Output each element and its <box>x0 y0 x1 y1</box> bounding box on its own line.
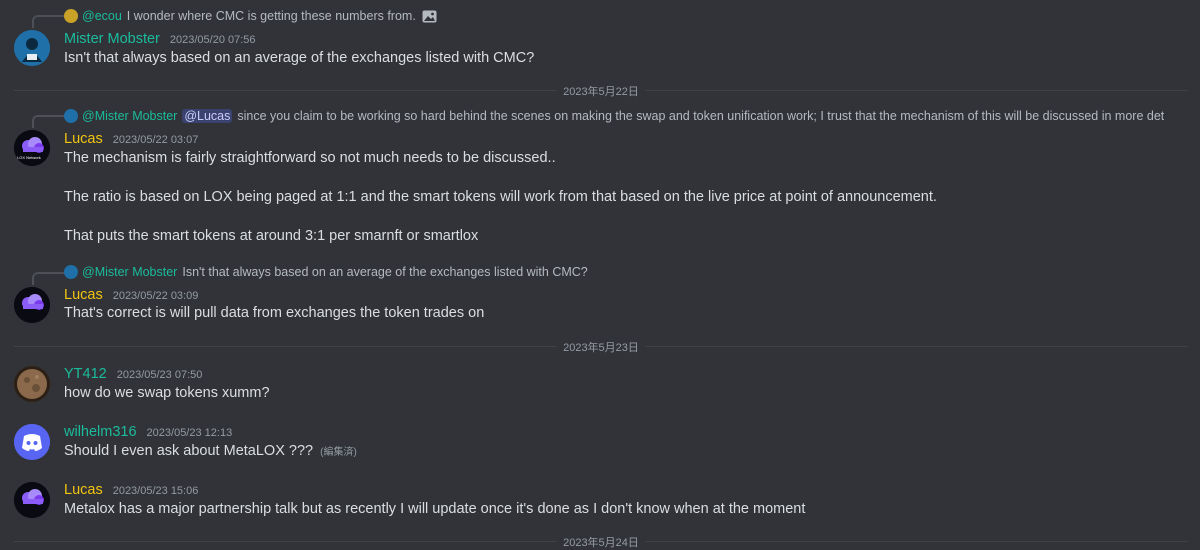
message-text-row: Should I even ask about MetaLOX ??? (編集済… <box>64 443 357 459</box>
message-line: The ratio is based on LOX being paged at… <box>64 189 937 205</box>
reply-avatar <box>64 109 78 123</box>
author-name[interactable]: wilhelm316 <box>64 424 137 440</box>
reply-author[interactable]: @Mister Mobster <box>82 109 177 123</box>
reply-connector <box>32 15 66 28</box>
message-text: how do we swap tokens xumm? <box>64 385 270 401</box>
reply-connector <box>32 115 66 128</box>
message-text: Metalox has a major partnership talk but… <box>64 501 806 517</box>
avatar-lucas[interactable]: LOX Network <box>14 130 50 166</box>
reply-preview[interactable]: @ecou I wonder where CMC is getting thes… <box>64 9 437 23</box>
date-divider: 2023年5月24日 <box>14 534 1188 550</box>
reply-avatar <box>64 265 78 279</box>
message-text: That's correct is will pull data from ex… <box>64 305 485 321</box>
reply-author[interactable]: @Mister Mobster <box>82 265 177 279</box>
avatar-lucas[interactable] <box>14 287 50 323</box>
date-divider: 2023年5月22日 <box>14 83 1188 99</box>
author-name[interactable]: Lucas <box>64 131 103 147</box>
date-divider-label: 2023年5月22日 <box>557 83 645 99</box>
reply-text: I wonder where CMC is getting these numb… <box>126 9 416 23</box>
date-divider: 2023年5月23日 <box>14 339 1188 355</box>
author-name[interactable]: Lucas <box>64 482 103 498</box>
timestamp[interactable]: 2023/05/23 12:13 <box>147 427 233 439</box>
reply-connector <box>32 272 66 285</box>
reply-text: since you claim to be working so hard be… <box>237 109 1164 123</box>
edited-tag: (編集済) <box>320 447 357 458</box>
author-name[interactable]: Mister Mobster <box>64 31 160 47</box>
timestamp[interactable]: 2023/05/22 03:07 <box>113 134 199 146</box>
timestamp[interactable]: 2023/05/23 15:06 <box>113 485 199 497</box>
author-name[interactable]: Lucas <box>64 287 103 303</box>
message-text: Should I even ask about MetaLOX ??? <box>64 443 314 459</box>
reply-text: Isn't that always based on an average of… <box>182 265 588 279</box>
reply-preview[interactable]: @Mister Mobster @Lucas since you claim t… <box>64 109 1164 123</box>
reply-avatar <box>64 9 78 23</box>
reply-preview[interactable]: @Mister Mobster Isn't that always based … <box>64 265 588 279</box>
timestamp[interactable]: 2023/05/22 03:09 <box>113 290 199 302</box>
date-divider-label: 2023年5月23日 <box>557 339 645 355</box>
avatar-yt412[interactable] <box>14 366 50 402</box>
message-text: Isn't that always based on an average of… <box>64 50 535 66</box>
image-icon <box>422 10 437 23</box>
avatar-lucas[interactable] <box>14 482 50 518</box>
date-divider-label: 2023年5月24日 <box>557 534 645 550</box>
author-name[interactable]: YT412 <box>64 366 107 382</box>
mention-chip[interactable]: @Lucas <box>182 109 233 123</box>
timestamp[interactable]: 2023/05/23 07:50 <box>117 369 203 381</box>
avatar-label: LOX Network <box>17 155 41 160</box>
message-line: The mechanism is fairly straightforward … <box>64 150 556 166</box>
reply-author[interactable]: @ecou <box>82 9 122 23</box>
message-line: That puts the smart tokens at around 3:1… <box>64 228 479 244</box>
discord-logo-icon[interactable] <box>14 424 50 460</box>
avatar-mister-mobster[interactable] <box>14 30 50 66</box>
timestamp[interactable]: 2023/05/20 07:56 <box>170 34 256 46</box>
